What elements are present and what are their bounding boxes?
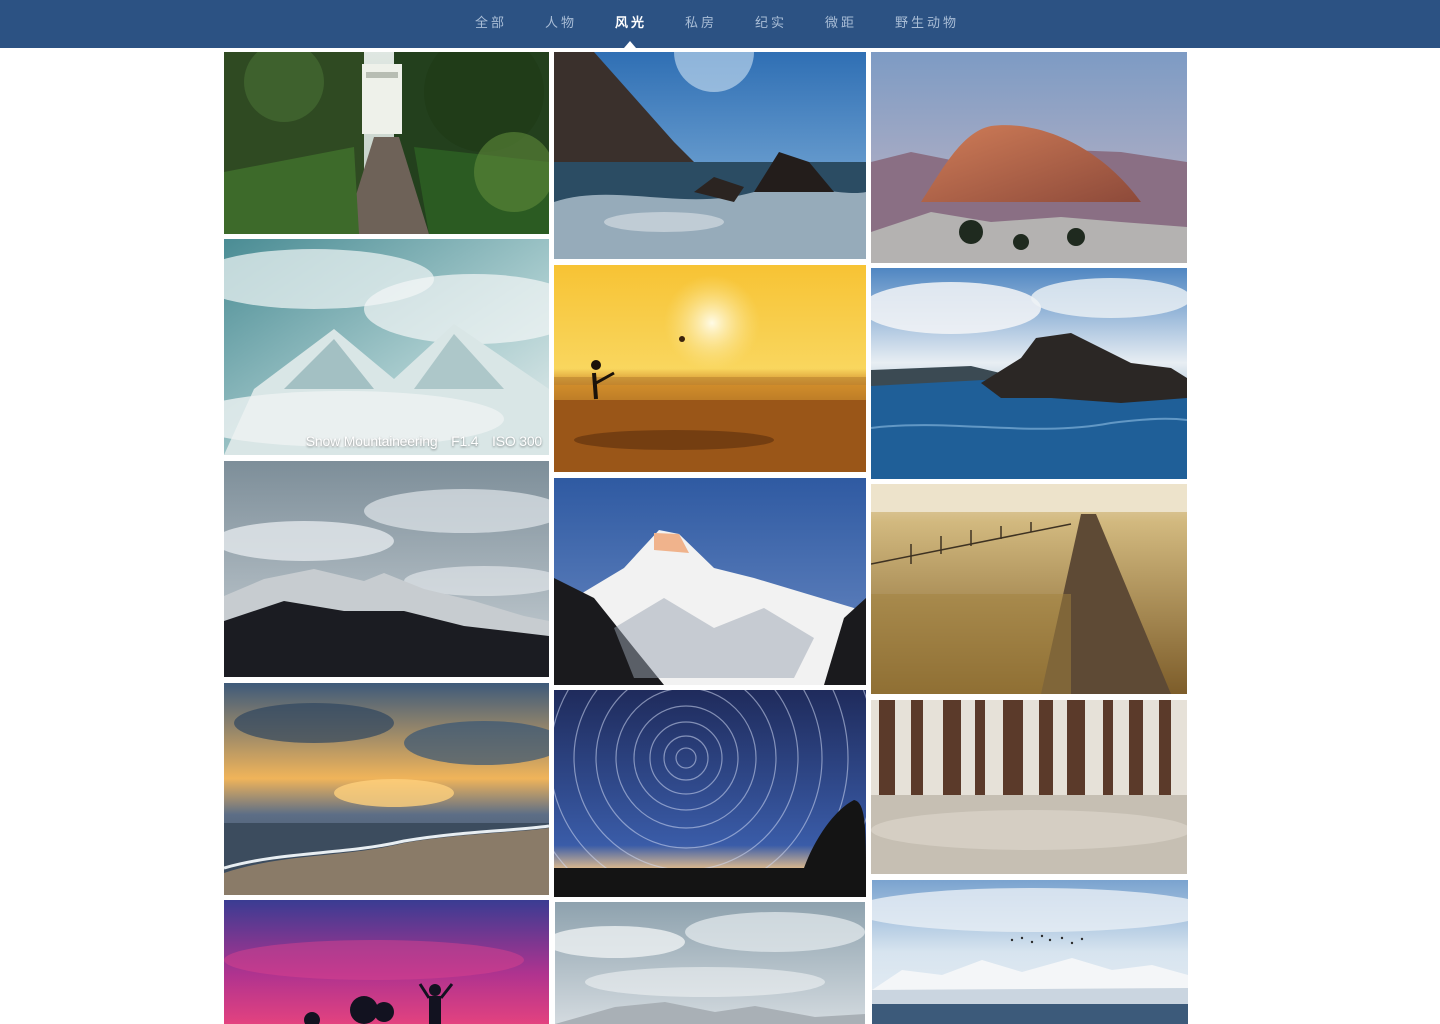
photo-clouds-mountains-image xyxy=(224,239,549,455)
photo-snowy-ridge-image xyxy=(224,461,549,677)
nav-item-macro[interactable]: 微距 xyxy=(825,14,857,34)
photo-snowy-ridge[interactable] xyxy=(224,461,549,677)
photo-half-dome[interactable] xyxy=(871,52,1187,263)
photo-rocky-coast-image xyxy=(554,52,866,259)
photo-hover-caption: Snow Mountaineering F1.4 ISO 300 xyxy=(306,433,542,449)
photo-cloudy-range[interactable] xyxy=(555,902,865,1024)
caption-title: Snow Mountaineering xyxy=(305,433,438,449)
photo-pine-forest-image xyxy=(871,700,1187,874)
photo-prairie-road-image xyxy=(871,484,1187,694)
active-tab-caret-icon xyxy=(624,41,636,48)
photo-forest-road-image xyxy=(224,52,549,234)
photo-snow-peak[interactable] xyxy=(554,478,866,685)
photo-pine-forest[interactable] xyxy=(871,700,1187,874)
photo-half-dome-image xyxy=(871,52,1187,263)
photo-star-trails-image xyxy=(554,690,866,897)
photo-forest-road[interactable] xyxy=(224,52,549,234)
photo-snowfield-birds[interactable] xyxy=(872,880,1188,1024)
caption-aperture: F1.4 xyxy=(451,433,479,449)
photo-rocky-coast[interactable] xyxy=(554,52,866,259)
photo-star-trails[interactable] xyxy=(554,690,866,897)
nav-item-documentary[interactable]: 纪实 xyxy=(755,14,787,34)
photo-sunrise-sea-image xyxy=(224,683,549,895)
photo-snow-peak-image xyxy=(554,478,866,685)
top-navigation-bar: 全部 人物 风光 私房 纪实 微距 野生动物 xyxy=(0,0,1440,48)
photo-purple-dusk[interactable] xyxy=(224,900,549,1024)
photo-beach-sunset-image xyxy=(554,265,866,472)
caption-iso: ISO 300 xyxy=(492,433,542,449)
photo-snowfield-birds-image xyxy=(872,880,1188,1024)
nav-item-people[interactable]: 人物 xyxy=(545,14,577,34)
photo-volcanic-rock[interactable] xyxy=(871,268,1187,479)
photo-prairie-road[interactable] xyxy=(871,484,1187,694)
photo-clouds-mountains[interactable]: Snow Mountaineering F1.4 ISO 300 xyxy=(224,239,549,455)
photo-cloudy-range-image xyxy=(555,902,865,1024)
photo-volcanic-rock-image xyxy=(871,268,1187,479)
nav-item-wildlife[interactable]: 野生动物 xyxy=(895,14,959,34)
category-nav: 全部 人物 风光 私房 纪实 微距 野生动物 xyxy=(0,0,1440,48)
nav-item-boudoir[interactable]: 私房 xyxy=(685,14,717,34)
nav-item-landscape[interactable]: 风光 xyxy=(615,14,647,34)
photo-beach-sunset[interactable] xyxy=(554,265,866,472)
photo-sunrise-sea[interactable] xyxy=(224,683,549,895)
photo-purple-dusk-image xyxy=(224,900,549,1024)
nav-item-all[interactable]: 全部 xyxy=(475,14,507,34)
